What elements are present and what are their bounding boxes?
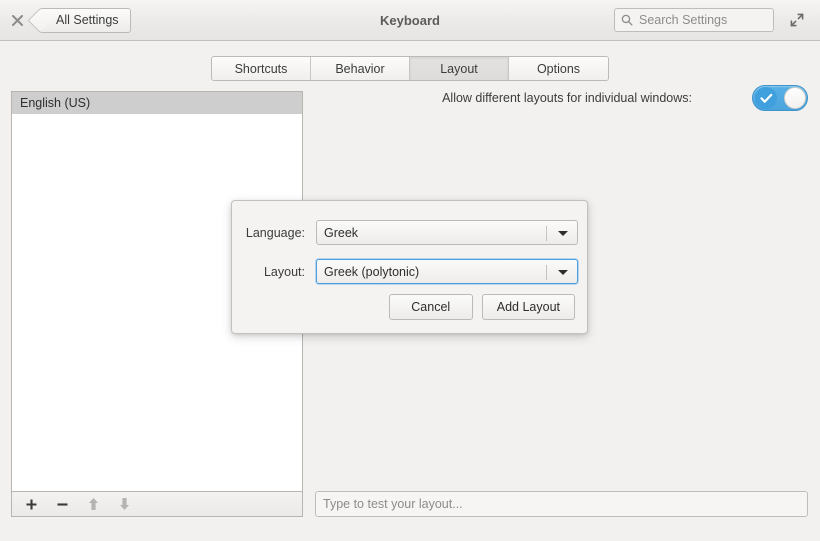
title-bar: All Settings Keyboard Search Settings [0, 0, 820, 41]
layout-label: Layout: [263, 264, 305, 279]
close-glyph [11, 14, 23, 26]
move-up-icon[interactable] [82, 494, 104, 514]
minus-glyph [57, 502, 67, 506]
list-item[interactable]: English (US) [12, 92, 302, 114]
dropdown-separator [546, 226, 547, 241]
tab-shortcuts[interactable]: Shortcuts [212, 57, 311, 80]
tab-group: Shortcuts Behavior Layout Options [211, 56, 609, 81]
language-row: Language: Greek [244, 220, 578, 245]
arrow-up-glyph [88, 498, 98, 510]
toggle-knob [784, 87, 806, 109]
check-icon [759, 93, 772, 103]
dialog-button-row: Cancel Add Layout [388, 294, 575, 320]
maximize-icon[interactable] [782, 5, 812, 35]
back-to-all-settings-button[interactable]: All Settings [27, 7, 131, 33]
test-layout-input[interactable]: Type to test your layout... [315, 491, 808, 517]
tab-options[interactable]: Options [509, 57, 608, 80]
dropdown-separator [546, 265, 547, 280]
add-layout-button[interactable]: Add Layout [481, 294, 575, 320]
chevron-down-icon [558, 230, 568, 236]
move-down-icon[interactable] [113, 494, 135, 514]
layout-row: Layout: Greek (polytonic) [244, 259, 578, 284]
test-layout-placeholder: Type to test your layout... [323, 497, 463, 511]
search-placeholder: Search Settings [639, 13, 728, 27]
layout-dropdown-value: Greek (polytonic) [324, 264, 420, 279]
tab-layout[interactable]: Layout [410, 57, 509, 80]
chevron-down-icon [558, 269, 568, 275]
plus-glyph [26, 499, 36, 509]
language-dropdown[interactable]: Greek [316, 220, 578, 245]
arrow-down-glyph [119, 498, 129, 510]
remove-layout-icon[interactable] [51, 494, 73, 514]
add-layout-dialog: Language: Greek Layout: Greek (polytonic… [231, 200, 588, 334]
back-button-label: All Settings [56, 13, 119, 27]
toggle-check-indicator [755, 87, 777, 109]
allow-different-layouts-toggle[interactable] [752, 85, 808, 111]
tab-behavior[interactable]: Behavior [311, 57, 410, 80]
add-layout-icon[interactable] [20, 494, 42, 514]
maximize-glyph [790, 13, 804, 27]
layout-list-toolbar [11, 491, 303, 517]
allow-different-layouts-label: Allow different layouts for individual w… [442, 91, 692, 105]
titlebar-right-group: Search Settings [614, 5, 820, 35]
search-icon [621, 14, 633, 26]
language-dropdown-value: Greek [324, 225, 359, 240]
layout-dropdown[interactable]: Greek (polytonic) [316, 259, 578, 284]
search-input[interactable]: Search Settings [614, 8, 774, 32]
language-label: Language: [245, 225, 305, 240]
list-item-label: English (US) [20, 96, 91, 110]
allow-different-layouts-row: Allow different layouts for individual w… [318, 85, 808, 111]
tab-bar: Shortcuts Behavior Layout Options [0, 56, 820, 81]
cancel-button[interactable]: Cancel [388, 294, 473, 320]
